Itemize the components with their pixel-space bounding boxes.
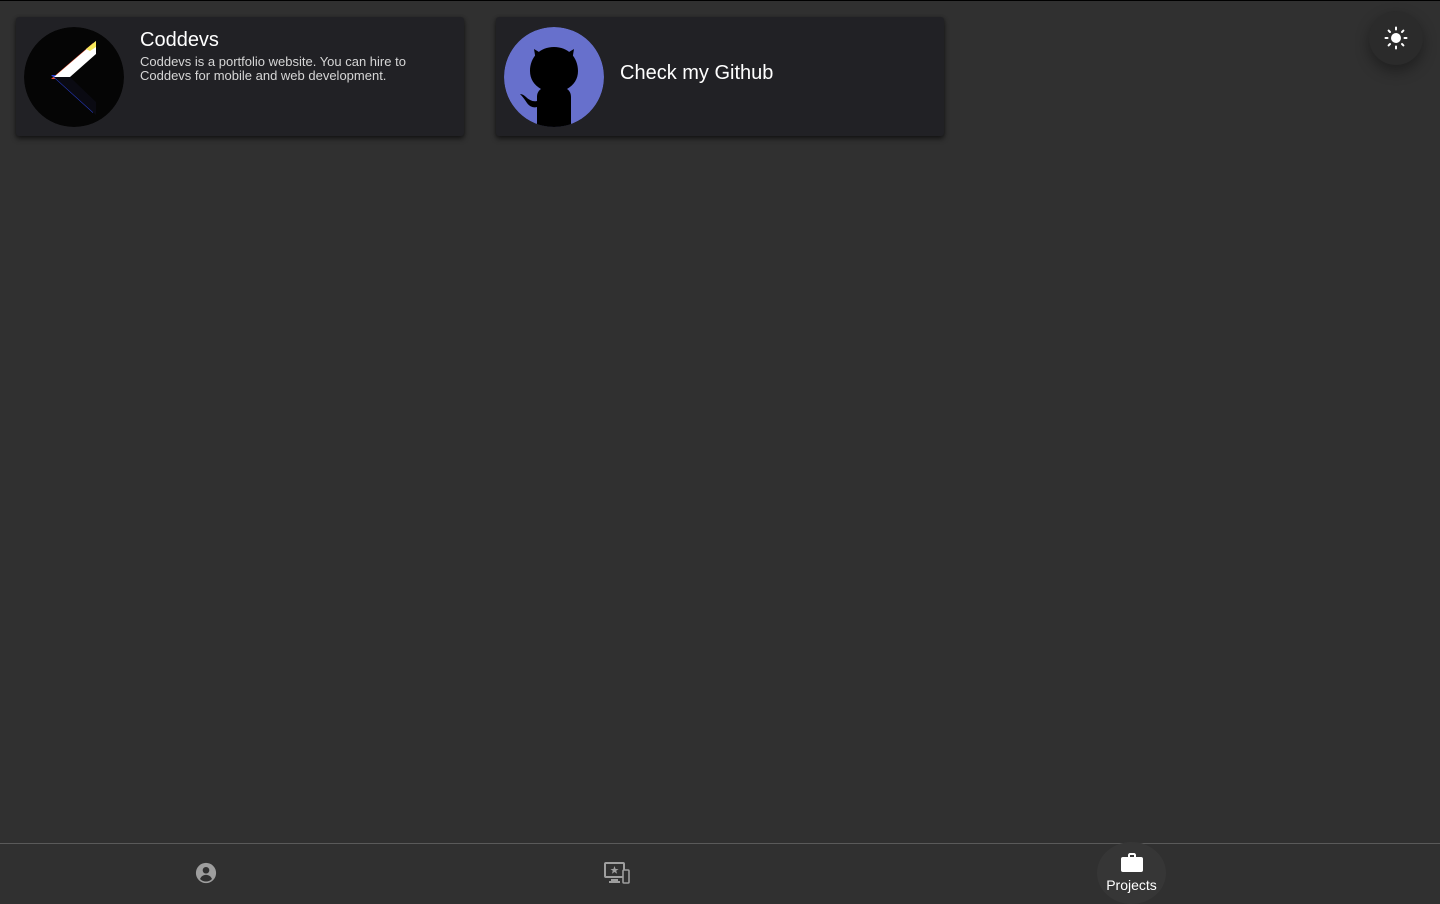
briefcase-icon [1121, 853, 1143, 872]
project-card-coddevs[interactable]: Coddevs Coddevs is a portfolio website. … [16, 17, 464, 136]
bottom-navigation: Projects [0, 842, 1440, 904]
monitor-star-icon [604, 862, 630, 884]
nav-item-skills[interactable] [587, 844, 647, 901]
github-card[interactable]: Check my Github [496, 17, 944, 136]
nav-item-about[interactable] [176, 844, 236, 901]
top-border [0, 0, 1440, 1]
nav-label-projects: Projects [1106, 877, 1157, 893]
github-icon [504, 27, 604, 127]
theme-toggle-button[interactable] [1369, 11, 1423, 65]
nav-item-projects[interactable]: Projects [1097, 842, 1166, 904]
card-title: Coddevs [140, 29, 219, 51]
github-link-label: Check my Github [620, 62, 774, 84]
coddevs-logo [24, 27, 124, 127]
sun-icon [1384, 26, 1408, 50]
card-description: Coddevs is a portfolio website. You can … [140, 54, 406, 83]
account-circle-icon [195, 862, 217, 884]
